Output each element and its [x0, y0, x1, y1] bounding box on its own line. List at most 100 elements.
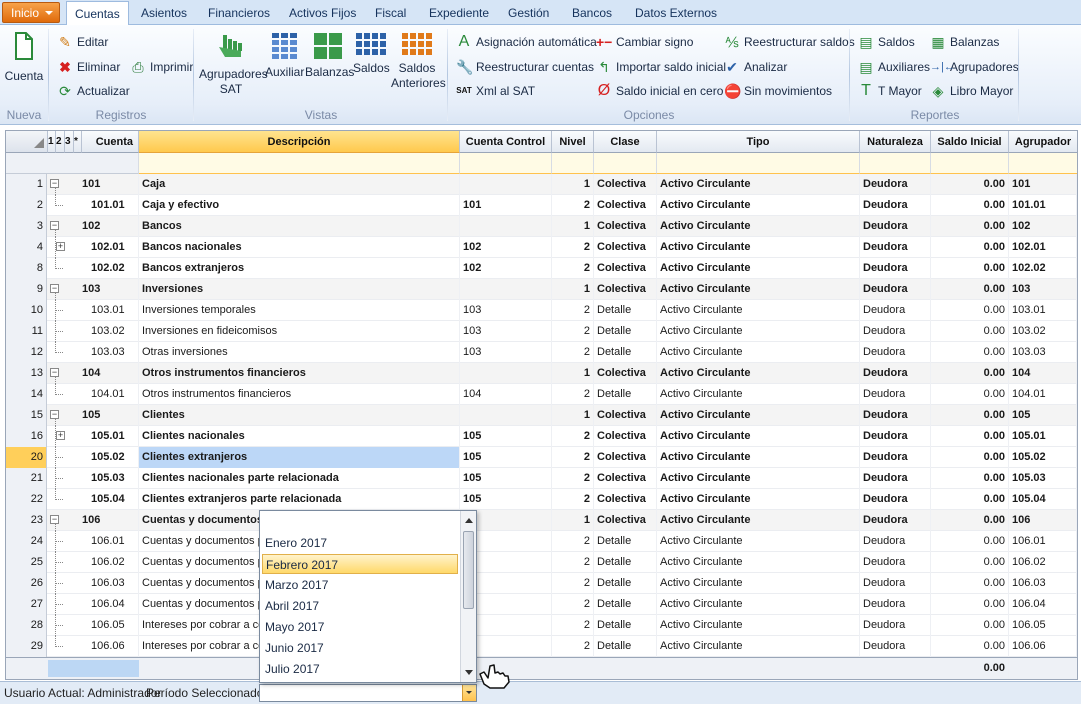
agrupadores-sat-button[interactable]: Agrupadores SAT	[199, 31, 268, 97]
cell-clase[interactable]: Detalle	[594, 594, 657, 615]
cell-clase[interactable]: Colectiva	[594, 216, 657, 237]
cell-tipo[interactable]: Activo Circulante	[657, 510, 860, 531]
cell-cuenta-control[interactable]	[460, 405, 552, 426]
col-header-nivel[interactable]: Nivel	[552, 131, 594, 153]
cell-cuenta[interactable]: 103.01	[82, 300, 139, 321]
row-number[interactable]: 11	[6, 321, 47, 342]
cell-naturaleza[interactable]: Deudora	[860, 531, 931, 552]
cell-naturaleza[interactable]: Deudora	[860, 363, 931, 384]
table-row[interactable]: 8 102.02 Bancos extranjeros 102 2 Colectiva Ac…	[6, 258, 1077, 279]
level-2-button[interactable]: 2	[56, 131, 65, 153]
tab-expediente[interactable]: Expediente	[429, 6, 489, 20]
cell-naturaleza[interactable]: Deudora	[860, 174, 931, 195]
cell-agrupador[interactable]: 106.06	[1009, 636, 1077, 657]
cell-nivel[interactable]: 2	[552, 342, 594, 363]
cell-clase[interactable]: Colectiva	[594, 447, 657, 468]
select-all-corner[interactable]	[6, 131, 48, 153]
cell-naturaleza[interactable]: Deudora	[860, 195, 931, 216]
balanzas-button[interactable]: Balanzas	[305, 31, 354, 80]
actualizar-button[interactable]: ⟳ Actualizar	[57, 83, 130, 101]
tree-connector[interactable]: +	[50, 237, 65, 258]
reestructurar-saldos-button[interactable]: ⅍ Reestructurar saldos	[724, 34, 854, 52]
cell-cuenta-control[interactable]: 103	[460, 342, 552, 363]
row-number[interactable]: 14	[6, 384, 47, 405]
cell-clase[interactable]: Detalle	[594, 615, 657, 636]
cell-tipo[interactable]: Activo Circulante	[657, 342, 860, 363]
cell-tipo[interactable]: Activo Circulante	[657, 174, 860, 195]
cell-tipo[interactable]: Activo Circulante	[657, 468, 860, 489]
cell-saldo-inicial[interactable]: 0.00	[931, 216, 1009, 237]
cell-cuenta[interactable]: 103.03	[82, 342, 139, 363]
cell-saldo-inicial[interactable]: 0.00	[931, 531, 1009, 552]
cell-saldo-inicial[interactable]: 0.00	[931, 174, 1009, 195]
cell-saldo-inicial[interactable]: 0.00	[931, 342, 1009, 363]
cell-agrupador[interactable]: 102.01	[1009, 237, 1077, 258]
table-row[interactable]: 21 105.03 Clientes nacionales parte relaci…	[6, 468, 1077, 489]
cell-nivel[interactable]: 2	[552, 321, 594, 342]
col-header-descripcion[interactable]: Descripción	[139, 131, 460, 153]
cell-clase[interactable]: Colectiva	[594, 258, 657, 279]
col-header-naturaleza[interactable]: Naturaleza	[860, 131, 931, 153]
saldos-anteriores-button[interactable]: Saldos Anteriores	[391, 31, 446, 91]
col-header-tipo[interactable]: Tipo	[657, 131, 860, 153]
cell-nivel[interactable]: 1	[552, 363, 594, 384]
cell-naturaleza[interactable]: Deudora	[860, 300, 931, 321]
cell-saldo-inicial[interactable]: 0.00	[931, 468, 1009, 489]
cell-nivel[interactable]: 2	[552, 552, 594, 573]
row-number[interactable]: 8	[6, 258, 47, 279]
cell-tipo[interactable]: Activo Circulante	[657, 594, 860, 615]
eliminar-button[interactable]: ✖ Eliminar	[57, 59, 120, 77]
collapse-icon[interactable]: −	[50, 515, 59, 524]
table-row[interactable]: 14 104.01 Otros instrumentos financieros 10…	[6, 384, 1077, 405]
cell-cuenta-control[interactable]	[460, 363, 552, 384]
cell-agrupador[interactable]: 104.01	[1009, 384, 1077, 405]
collapse-icon[interactable]: −	[50, 284, 59, 293]
cell-agrupador[interactable]: 102	[1009, 216, 1077, 237]
row-number[interactable]: 2	[6, 195, 47, 216]
row-number[interactable]: 13	[6, 363, 47, 384]
cell-clase[interactable]: Detalle	[594, 636, 657, 657]
table-row[interactable]: 28106.05Intereses por cobrar a co62Detal…	[6, 615, 1077, 636]
cell-cuenta[interactable]: 105.03	[82, 468, 139, 489]
row-number[interactable]: 25	[6, 552, 47, 573]
cell-naturaleza[interactable]: Deudora	[860, 552, 931, 573]
cell-descripcion[interactable]: Clientes nacionales	[139, 426, 460, 447]
table-row[interactable]: 10 103.01 Inversiones temporales 103 2 Detall…	[6, 300, 1077, 321]
scroll-up-icon[interactable]	[461, 513, 477, 529]
cell-cuenta-control[interactable]: 102	[460, 237, 552, 258]
table-row[interactable]: 16 +105.01 Clientes nacionales 105 2 Colectiv…	[6, 426, 1077, 447]
cell-cuenta-control[interactable]: 105	[460, 468, 552, 489]
row-number[interactable]: 3	[6, 216, 47, 237]
col-header-agrupador[interactable]: Agrupador	[1009, 131, 1077, 153]
cell-tipo[interactable]: Activo Circulante	[657, 552, 860, 573]
cell-tipo[interactable]: Activo Circulante	[657, 279, 860, 300]
level-3-button[interactable]: 3	[65, 131, 74, 153]
cell-saldo-inicial[interactable]: 0.00	[931, 573, 1009, 594]
cell-tipo[interactable]: Activo Circulante	[657, 531, 860, 552]
cell-nivel[interactable]: 2	[552, 573, 594, 594]
cell-nivel[interactable]: 2	[552, 531, 594, 552]
tree-connector[interactable]: −	[50, 363, 62, 384]
cell-naturaleza[interactable]: Deudora	[860, 237, 931, 258]
cell-cuenta[interactable]: 102.01	[82, 237, 139, 258]
importar-saldo-inicial-button[interactable]: ↰ Importar saldo inicial	[596, 59, 726, 77]
tree-connector[interactable]: −	[50, 405, 62, 426]
periodo-option[interactable]: Junio 2017	[262, 638, 458, 658]
row-number[interactable]: 22	[6, 489, 47, 510]
cell-tipo[interactable]: Activo Circulante	[657, 573, 860, 594]
cell-clase[interactable]: Colectiva	[594, 489, 657, 510]
cell-cuenta[interactable]: 104.01	[82, 384, 139, 405]
cell-clase[interactable]: Detalle	[594, 573, 657, 594]
cell-naturaleza[interactable]: Deudora	[860, 426, 931, 447]
cell-descripcion[interactable]: Clientes nacionales parte relacionada	[139, 468, 460, 489]
level-all-button[interactable]: *	[74, 131, 82, 153]
cell-saldo-inicial[interactable]: 0.00	[931, 258, 1009, 279]
cell-naturaleza[interactable]: Deudora	[860, 615, 931, 636]
cell-descripcion[interactable]: Clientes extranjeros parte relacionada	[139, 489, 460, 510]
cell-nivel[interactable]: 2	[552, 615, 594, 636]
cell-naturaleza[interactable]: Deudora	[860, 216, 931, 237]
cell-nivel[interactable]: 1	[552, 279, 594, 300]
cell-tipo[interactable]: Activo Circulante	[657, 363, 860, 384]
reestructurar-cuentas-button[interactable]: 🔧 Reestructurar cuentas	[456, 59, 594, 77]
saldo-inicial-cero-button[interactable]: Ø Saldo inicial en cero	[596, 83, 724, 101]
